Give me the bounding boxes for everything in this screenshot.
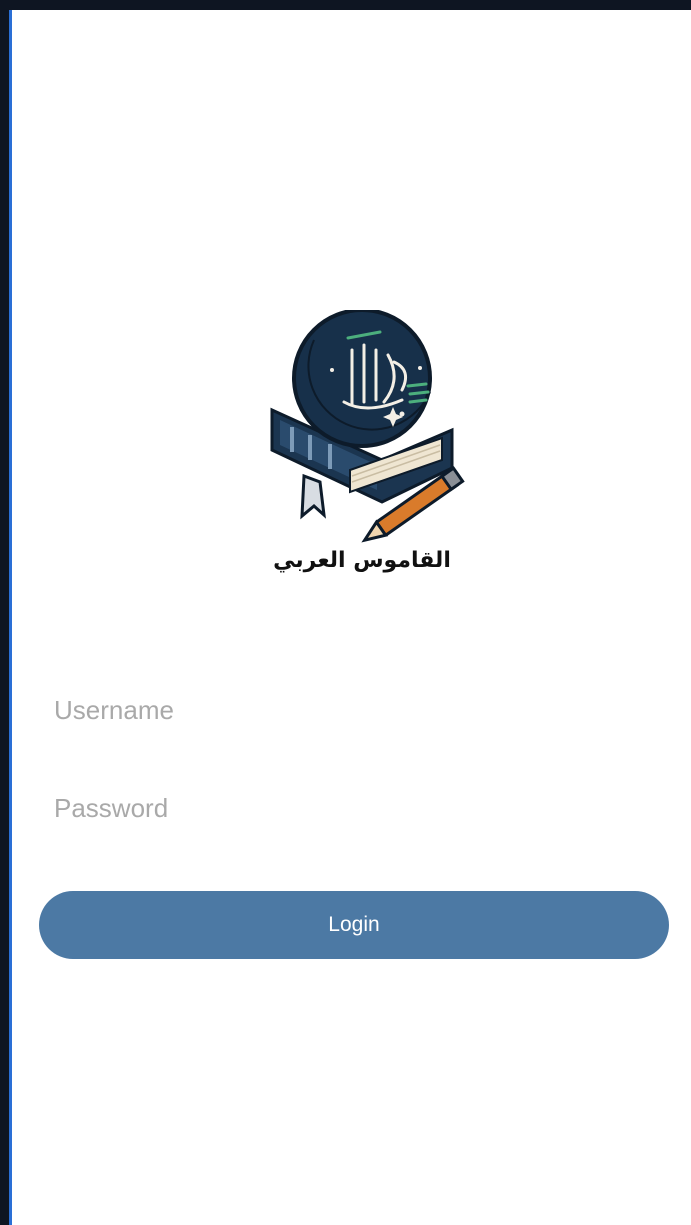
login-screen: القاموس العربي Login: [12, 10, 691, 1225]
window-top-edge: [0, 0, 691, 10]
login-button[interactable]: Login: [39, 891, 669, 959]
username-input[interactable]: [54, 686, 669, 734]
app-title: القاموس العربي: [273, 548, 451, 573]
dictionary-book-crescent-logo-icon: [270, 310, 465, 543]
app-window: القاموس العربي Login: [0, 0, 691, 1225]
password-input[interactable]: [54, 784, 669, 832]
app-logo: القاموس العربي: [252, 310, 472, 600]
